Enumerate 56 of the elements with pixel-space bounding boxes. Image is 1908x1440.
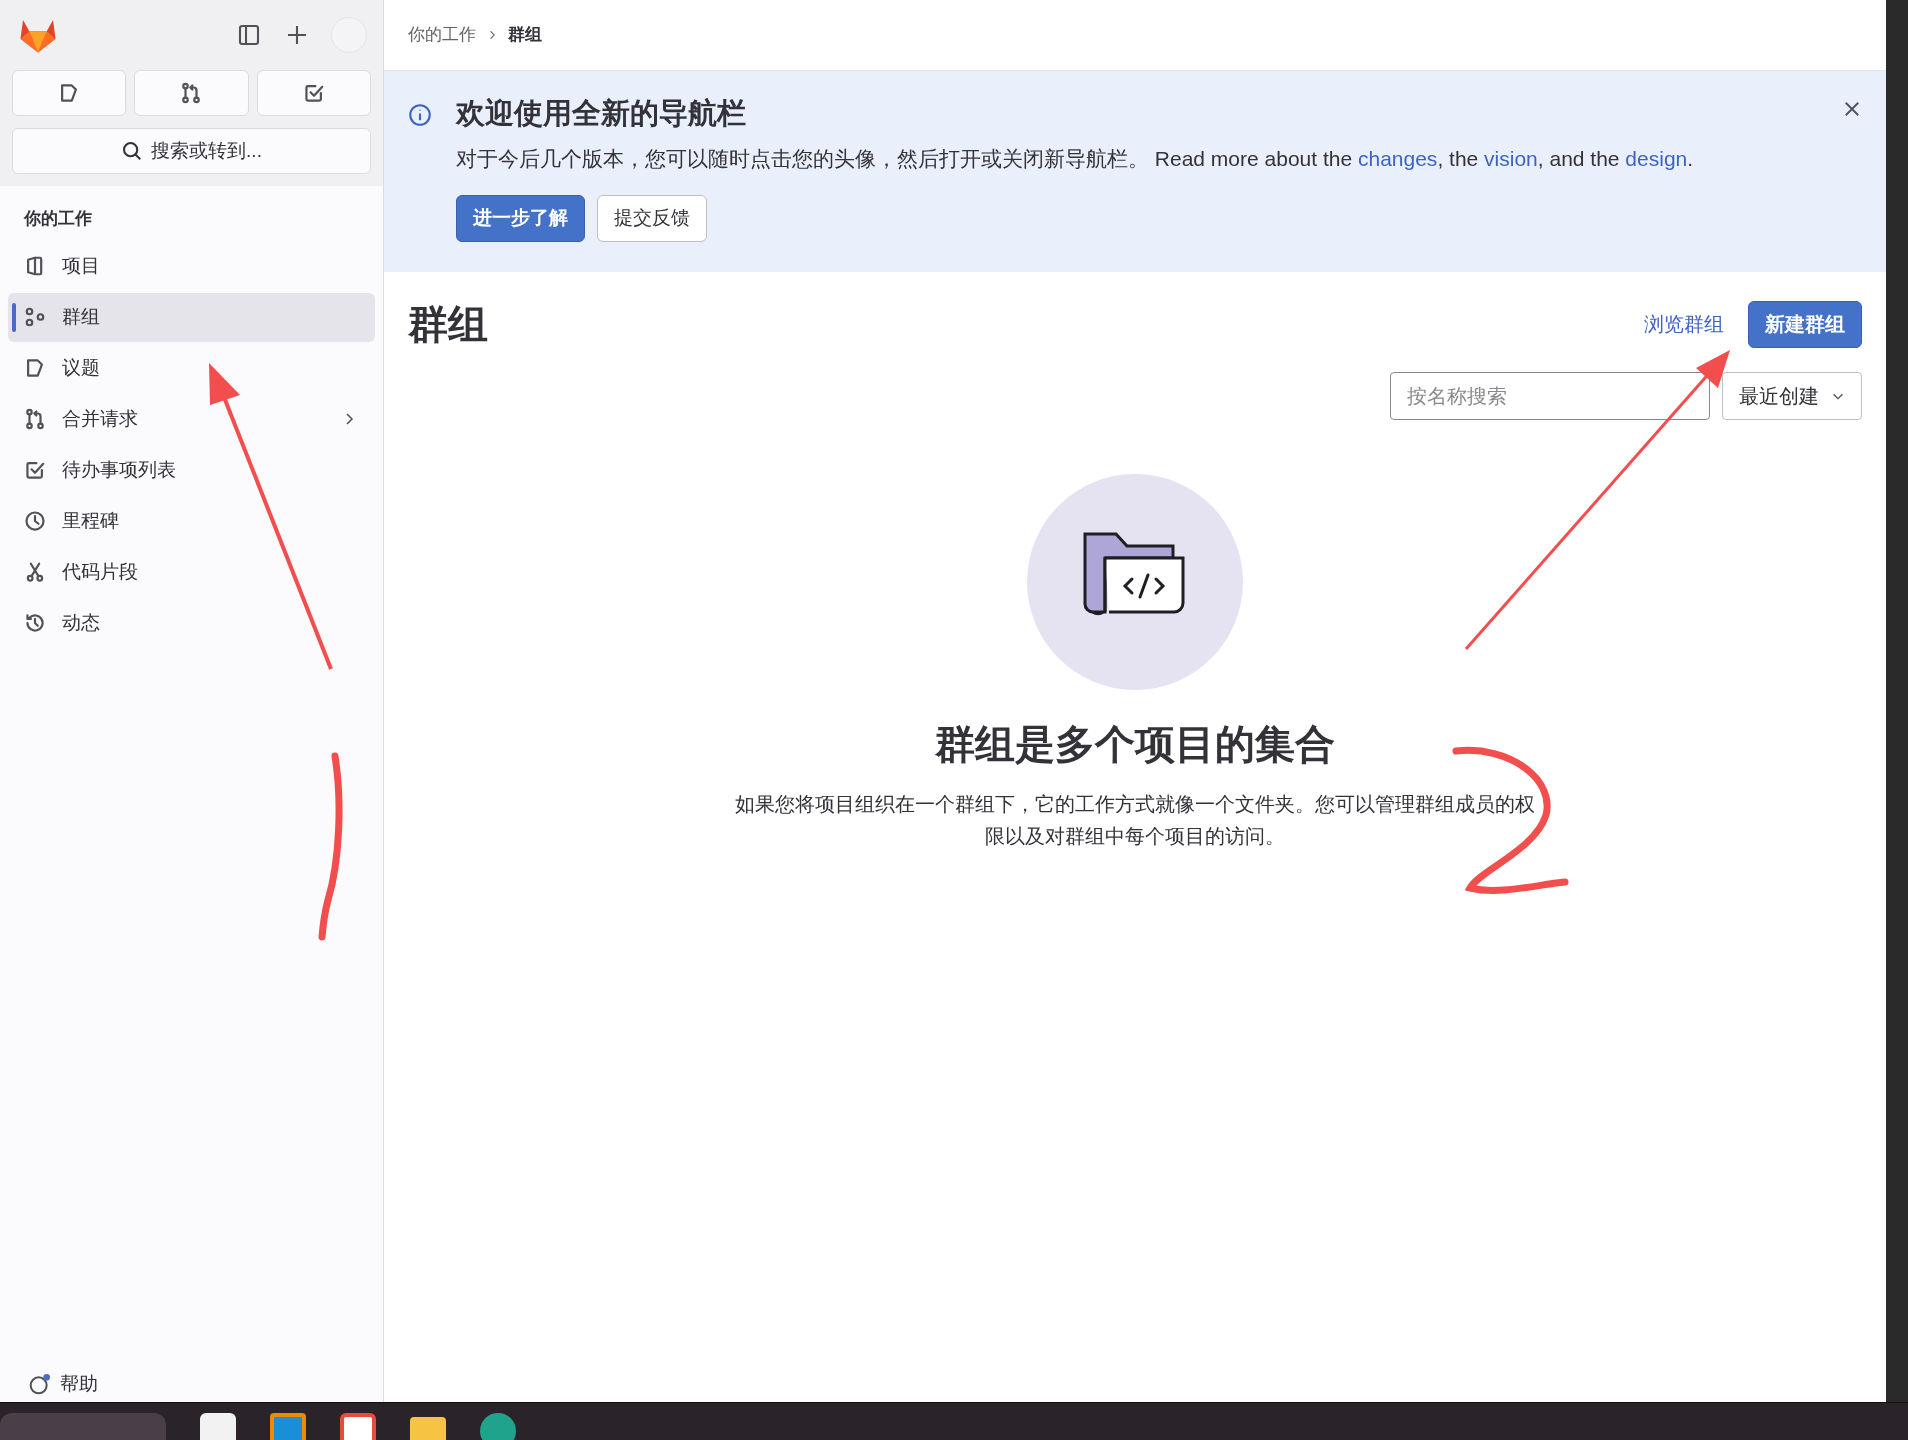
- issue-icon: [24, 357, 46, 379]
- sidebar-item[interactable]: 合并请求: [8, 394, 375, 444]
- browser-icon[interactable]: [480, 1413, 516, 1440]
- banner-link[interactable]: changes: [1357, 147, 1438, 171]
- browse-groups-link[interactable]: 浏览群组: [1644, 309, 1724, 339]
- item-label: 动态: [62, 610, 101, 635]
- item-label: 议题: [62, 355, 101, 380]
- checkbox-icon: [24, 459, 46, 481]
- item-label: 里程碑: [62, 508, 120, 533]
- breadcrumb-item[interactable]: 群组: [508, 22, 542, 48]
- item-label: 项目: [62, 253, 101, 278]
- merge-requests-button[interactable]: [134, 70, 249, 116]
- help-link[interactable]: 帮助: [60, 1369, 98, 1398]
- page-title: 群组: [408, 301, 489, 348]
- learn-more-button[interactable]: 进一步了解: [456, 194, 585, 242]
- item-label: 群组: [62, 304, 101, 329]
- search-button[interactable]: 搜索或转到...: [12, 128, 371, 174]
- issues-button[interactable]: [12, 70, 127, 116]
- app-icon[interactable]: [340, 1413, 376, 1440]
- sidebar-item[interactable]: 群组: [8, 292, 375, 342]
- scissors-icon: [24, 561, 46, 583]
- section-title: 你的工作: [23, 208, 93, 230]
- item-label: 合并请求: [62, 406, 139, 431]
- banner-link[interactable]: design: [1625, 147, 1688, 171]
- group-icon: [24, 306, 46, 328]
- sidebar-item[interactable]: 待办事项列表: [8, 445, 375, 495]
- sidebar-item[interactable]: 议题: [8, 343, 375, 393]
- sidebar-item[interactable]: 里程碑: [8, 496, 375, 546]
- banner-text: 对于今后几个版本，您可以随时点击您的头像，然后打开或关闭新导航栏。 Read more about the changes, the vision, and the design.: [456, 146, 1694, 173]
- todo-button[interactable]: [256, 70, 371, 116]
- info-icon: [408, 103, 432, 127]
- merge-request-icon: [24, 408, 46, 430]
- clock-icon: [24, 510, 46, 532]
- search-field[interactable]: 按名称搜索: [1390, 372, 1710, 420]
- empty-state-title: 群组是多个项目的集合: [935, 721, 1335, 768]
- sort-dropdown[interactable]: 最近创建: [1722, 372, 1862, 420]
- help-icon: [28, 1372, 52, 1395]
- item-label: 代码片段: [62, 559, 139, 584]
- empty-state-description: 如果您将项目组织在一个群组下，它的工作方式就像一个文件夹。您可以管理群组成员的权限以及对群组中每个项目的访问。: [734, 792, 1536, 849]
- sidebar-item[interactable]: 代码片段: [8, 547, 375, 597]
- feedback-button[interactable]: 提交反馈: [597, 194, 707, 242]
- history-icon: [24, 612, 46, 634]
- new-group-button[interactable]: 新建群组: [1748, 300, 1862, 348]
- breadcrumb-item[interactable]: 你的工作: [408, 22, 476, 48]
- merge-request-icon: [180, 82, 203, 104]
- sidebar-item[interactable]: 项目: [8, 241, 375, 291]
- banner-title: 欢迎使用全新的导航栏: [456, 96, 747, 131]
- sidebar-item[interactable]: 动态: [8, 598, 375, 648]
- banner-link[interactable]: vision: [1484, 147, 1538, 171]
- plus-icon[interactable]: [285, 23, 309, 47]
- item-label: 待办事项列表: [62, 457, 177, 482]
- close-icon[interactable]: [1842, 99, 1862, 119]
- sidebar-toggle-icon[interactable]: [237, 23, 261, 47]
- active-indicator: [12, 302, 16, 332]
- search-icon: [121, 140, 144, 162]
- checkbox-icon: [302, 82, 325, 104]
